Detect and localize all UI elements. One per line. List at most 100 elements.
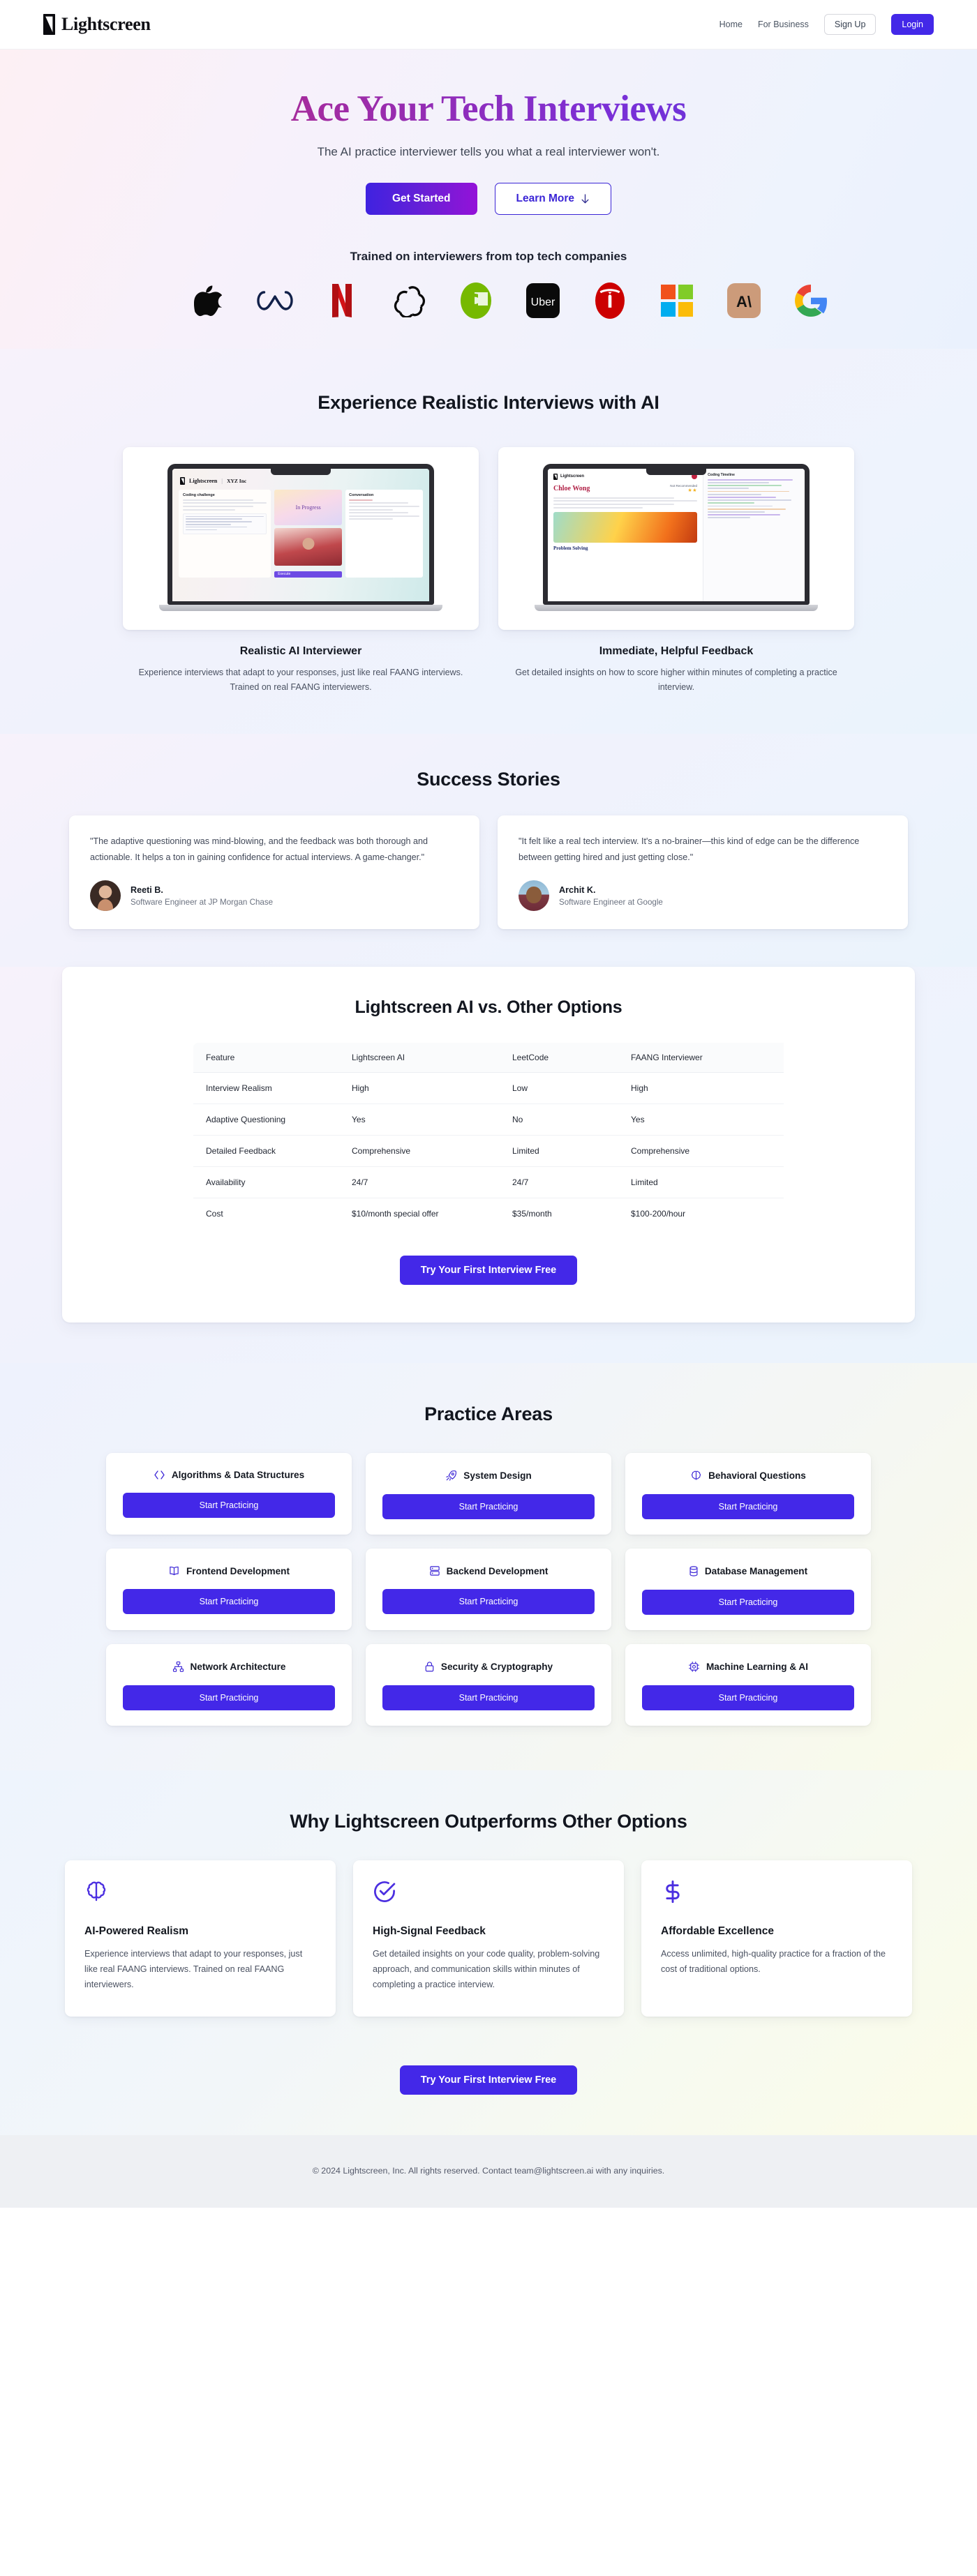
practice-card-header: Frontend Development: [123, 1565, 335, 1576]
hero-cta-group: Get Started Learn More: [0, 183, 977, 216]
learn-more-label: Learn More: [516, 193, 575, 205]
brain-icon: [87, 1881, 106, 1901]
brand-logo[interactable]: Lightscreen: [43, 14, 151, 35]
cell-leetcode: Low: [504, 1072, 622, 1105]
lightscreen-glyph-icon: [43, 14, 55, 35]
mock-candidate-video: [274, 528, 343, 566]
brain-icon: [692, 1471, 701, 1481]
why-card-body: Experience interviews that adapt to your…: [84, 1949, 303, 1990]
experience-caption-feedback: Immediate, Helpful Feedback Get detailed…: [498, 645, 854, 694]
mock-status-badge: In Progress: [274, 489, 343, 526]
avatar: [519, 880, 549, 912]
code-line: [708, 479, 793, 481]
experience-card-title: Immediate, Helpful Feedback: [599, 645, 754, 658]
code-line: [708, 514, 780, 515]
code-line: [708, 490, 790, 492]
laptop-notch: [646, 468, 706, 475]
cell-lightscreen: 24/7: [343, 1166, 504, 1199]
why-section: Why Lightscreen Outperforms Other Option…: [0, 1770, 977, 2135]
mock-text-line: [183, 499, 253, 501]
nav-link-for-business[interactable]: For Business: [758, 20, 809, 29]
start-practicing-button[interactable]: Start Practicing: [123, 1589, 335, 1615]
laptop-screen: Lightscreen Chloe Wong Not Recommended ★…: [543, 463, 810, 605]
practice-card-security[interactable]: Security & Cryptography Start Practicing: [366, 1644, 611, 1726]
uber-logo: Uber: [523, 280, 563, 321]
final-cta-row: Try Your First Interview Free: [0, 2017, 977, 2135]
start-practicing-button[interactable]: Start Practicing: [382, 1494, 595, 1520]
mock-app-header: Lightscreen | XYZ Inc: [179, 474, 423, 490]
check-circle-icon: [374, 1881, 396, 1903]
apple-logo: [188, 280, 228, 321]
try-first-interview-button[interactable]: Try Your First Interview Free: [399, 1256, 578, 1286]
login-button[interactable]: Login: [891, 14, 934, 35]
start-practicing-button[interactable]: Start Practicing: [642, 1494, 854, 1520]
testimonial-name: Archit K.: [559, 884, 596, 895]
mock-company: XYZ Inc: [227, 477, 247, 484]
practice-card-frontend[interactable]: Frontend Development Start Practicing: [106, 1549, 352, 1631]
network-icon: [172, 1662, 184, 1673]
experience-card-realistic: Lightscreen | XYZ Inc Coding challenge I…: [123, 447, 479, 694]
feedback-section-title: Problem Solving: [553, 545, 588, 551]
cell-feature: Interview Realism: [193, 1072, 343, 1105]
cell-leetcode: Limited: [504, 1135, 622, 1168]
nav-link-home[interactable]: Home: [719, 20, 743, 29]
footer-copyright: © 2024 Lightscreen, Inc. All rights rese…: [312, 2165, 665, 2176]
uber-logo-icon: Uber: [526, 283, 560, 319]
tesla-logo-icon: [595, 283, 625, 319]
top-navbar: Lightscreen Home For Business Sign Up Lo…: [0, 0, 977, 50]
microsoft-logo-icon: [661, 285, 693, 317]
interview-app-mock: Lightscreen | XYZ Inc Coding challenge I…: [172, 468, 429, 601]
practice-card-network[interactable]: Network Architecture Start Practicing: [106, 1644, 352, 1726]
code-line: [708, 505, 773, 507]
experience-caption-realistic: Realistic AI Interviewer Experience inte…: [123, 645, 479, 694]
testimonial-card: "The adaptive questioning was mind-blowi…: [69, 815, 479, 930]
testimonial-quote: "The adaptive questioning was mind-blowi…: [90, 836, 428, 862]
practice-card-behavioral[interactable]: Behavioral Questions Start Practicing: [625, 1453, 871, 1535]
practice-card-algorithms[interactable]: Algorithms & Data Structures Start Pract…: [106, 1453, 352, 1535]
google-logo: [791, 280, 831, 321]
mock-brand: Lightscreen: [189, 477, 218, 484]
why-card-title: High-Signal Feedback: [373, 1925, 486, 1938]
meta-logo: [255, 280, 295, 321]
start-practicing-button[interactable]: Start Practicing: [642, 1590, 854, 1615]
practice-card-header: Database Management: [642, 1565, 854, 1577]
netflix-logo-icon: [332, 284, 352, 318]
practice-card-backend[interactable]: Backend Development Start Practicing: [366, 1549, 611, 1631]
practice-card-header: System Design: [382, 1470, 595, 1482]
cell-faang: Comprehensive: [622, 1135, 784, 1168]
openai-logo: [389, 280, 429, 321]
server-icon: [429, 1566, 440, 1576]
testimonial-author: Reeti B. Software Engineer at JP Morgan …: [90, 880, 458, 912]
practice-areas-grid: Algorithms & Data Structures Start Pract…: [0, 1453, 977, 1726]
start-practicing-button[interactable]: Start Practicing: [123, 1493, 335, 1519]
laptop-notch: [271, 468, 331, 475]
learn-more-button[interactable]: Learn More: [494, 183, 612, 216]
cell-lightscreen: Comprehensive: [343, 1135, 504, 1168]
practice-card-label: Behavioral Questions: [708, 1470, 806, 1482]
practice-card-system-design[interactable]: System Design Start Practicing: [366, 1453, 611, 1535]
cell-lightscreen: High: [343, 1072, 504, 1105]
anthropic-logo: A\: [724, 280, 764, 321]
why-card-ai-realism: AI-Powered Realism Experience interviews…: [65, 1860, 336, 2017]
start-practicing-button[interactable]: Start Practicing: [123, 1685, 335, 1711]
mock-execute-button[interactable]: Execute: [274, 571, 343, 578]
mock-code-line: [186, 515, 264, 518]
comparison-table: Feature Lightscreen AI LeetCode FAANG In…: [193, 1043, 784, 1229]
start-practicing-button[interactable]: Start Practicing: [382, 1685, 595, 1711]
get-started-button[interactable]: Get Started: [365, 183, 477, 216]
column-header-leetcode: LeetCode: [504, 1043, 622, 1074]
feedback-app-mock: Lightscreen Chloe Wong Not Recommended ★…: [548, 468, 805, 601]
feedback-text-line: [553, 504, 675, 506]
database-icon: [689, 1566, 698, 1577]
why-card-title: AI-Powered Realism: [84, 1925, 189, 1938]
laptop-frame: Lightscreen | XYZ Inc Coding challenge I…: [159, 463, 442, 611]
table-header-row: Feature Lightscreen AI LeetCode FAANG In…: [193, 1043, 784, 1074]
cell-faang: $100-200/hour: [631, 1209, 686, 1219]
column-header-lightscreen: Lightscreen AI: [343, 1043, 504, 1074]
practice-card-ml[interactable]: Machine Learning & AI Start Practicing: [625, 1644, 871, 1726]
start-practicing-button[interactable]: Start Practicing: [382, 1589, 595, 1615]
signup-button[interactable]: Sign Up: [823, 14, 877, 35]
practice-card-database[interactable]: Database Management Start Practicing: [625, 1549, 871, 1631]
final-try-first-interview-button[interactable]: Try Your First Interview Free: [399, 2065, 578, 2095]
start-practicing-button[interactable]: Start Practicing: [642, 1685, 854, 1711]
